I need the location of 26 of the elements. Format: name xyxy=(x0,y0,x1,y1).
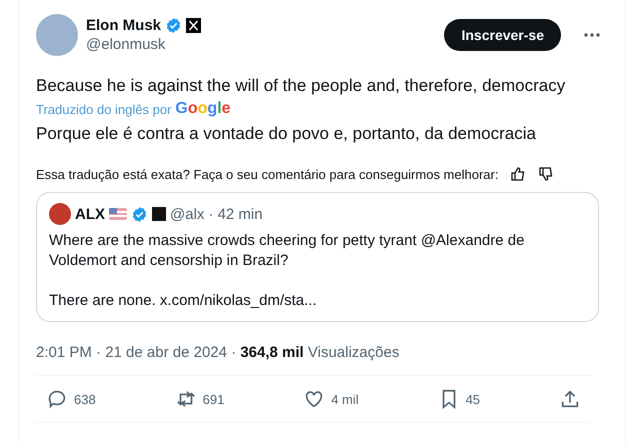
translated-text: Porque ele é contra a vontade do povo e, portanto, da democracia xyxy=(36,124,537,144)
post-time: · 42 min xyxy=(208,206,263,222)
avatar xyxy=(49,203,71,225)
post-text: Because he is against the will of the people and, therefore, democracy xyxy=(36,76,566,96)
logo-icon xyxy=(152,207,166,221)
thumbs-down-icon[interactable] xyxy=(538,166,554,182)
more-icon[interactable] xyxy=(583,32,601,38)
flag-icon xyxy=(109,208,127,220)
feedback-prompt: Essa tradução está exata? Faça o seu comentário para conseguirmos melhorar: xyxy=(36,166,498,182)
quoted-author-handle: @alx xyxy=(170,206,204,222)
bookmark-button[interactable]: 45 xyxy=(438,388,480,410)
thumbs-up-icon[interactable] xyxy=(510,166,526,182)
quoted-text: Where are the massive crowds cheering for petty tyrant @Alexandre de Voldemort and censorship in Brazil? xyxy=(49,231,526,271)
author-name[interactable]: Elon Musk xyxy=(86,17,162,34)
quoted-author-name: ALX xyxy=(75,206,105,222)
reply-button[interactable]: 638 xyxy=(46,388,96,410)
author-handle[interactable]: @elonmusk xyxy=(86,36,436,53)
subscribe-button[interactable]: Inscrever-se xyxy=(444,19,561,51)
quoted-text: There are none. x.com/nikolas_dm/sta... xyxy=(49,291,318,311)
like-button[interactable]: 4 mil xyxy=(303,388,359,410)
repost-button[interactable]: 691 xyxy=(174,388,224,410)
speech-bubble-icon xyxy=(46,388,68,410)
post-meta: 2:01 PM · 21 de abr de 2024 · 364,8 mil Visualizações xyxy=(36,344,400,361)
google-logo: Google xyxy=(175,100,231,118)
translation-credit: Traduzido do inglês por xyxy=(36,102,172,116)
quoted-post-card[interactable]: ALX @alx · 42 min Where are the massive crowds cheering for petty tyrant @Alexandre de Voldemort and censorship in Brazil? There are none. x.com/nikolas_dm/sta... xyxy=(36,192,599,322)
